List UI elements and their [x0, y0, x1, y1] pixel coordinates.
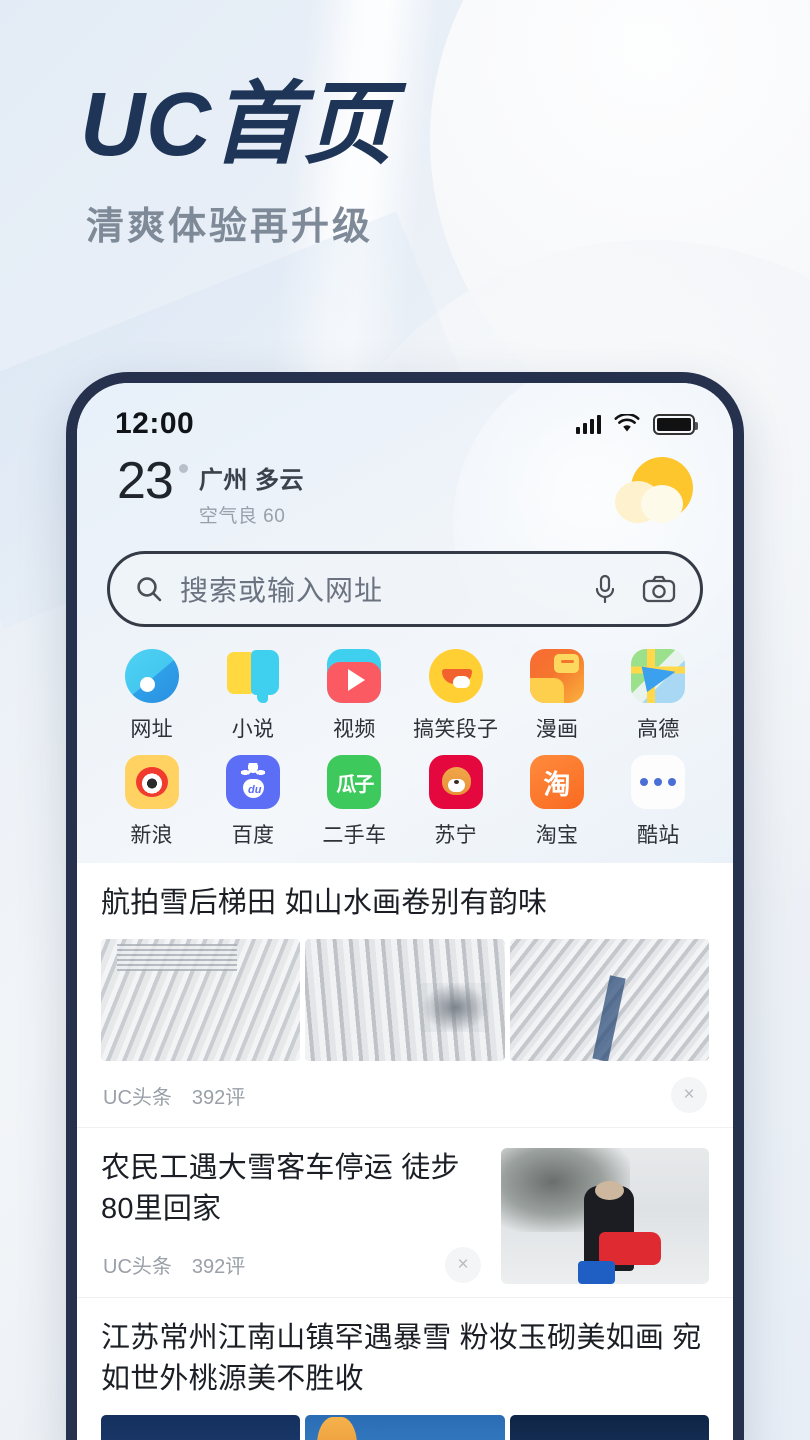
- news-item[interactable]: 江苏常州江南山镇罕遇暴雪 粉妆玉砌美如画 宛如世外桃源美不胜收: [77, 1298, 733, 1440]
- app-label: 二手车: [322, 824, 387, 847]
- wifi-icon: [614, 414, 640, 432]
- app-shortcut-taobao[interactable]: 淘 淘宝: [506, 755, 607, 849]
- app-shortcut-usedcar[interactable]: 瓜子 二手车: [304, 755, 405, 849]
- suning-icon: [428, 755, 483, 809]
- website-icon: [124, 649, 179, 703]
- weather-left: 23 广州 多云 空气良 60: [117, 452, 304, 528]
- news-title: 江苏常州江南山镇罕遇暴雪 粉妆玉砌美如画 宛如世外桃源美不胜收: [101, 1321, 702, 1395]
- more-sites-icon: [631, 755, 686, 809]
- taobao-icon: 淘: [529, 755, 584, 809]
- app-shortcut-humor[interactable]: 搞笑段子: [405, 649, 506, 743]
- humor-icon: [428, 649, 483, 703]
- sun-behind-cloud-icon: [615, 455, 697, 529]
- app-shortcut-website[interactable]: 网址: [101, 649, 202, 743]
- news-meta: UC头条 392评 ×: [101, 1231, 483, 1297]
- promo-title: UC首页: [80, 75, 394, 175]
- weather-city-condition: 广州 多云: [199, 460, 304, 495]
- promo-text-block: UC首页 清爽体验再升级: [80, 78, 394, 250]
- search-actions: [592, 573, 676, 605]
- status-bar: 12:00: [77, 383, 733, 449]
- phone-mockup: 12:00 23 广州 多云 空气良 60 搜索或输入网址 网址 小说 视频 搞…: [66, 372, 744, 1440]
- status-icon-group: [575, 413, 698, 435]
- signal-bars-icon: [575, 414, 601, 434]
- news-comment-count: 392评: [191, 1256, 246, 1279]
- weather-info: 广州 多云 空气良 60: [199, 457, 304, 528]
- video-icon: [327, 649, 382, 703]
- search-icon: [137, 577, 162, 602]
- app-shortcut-video[interactable]: 视频: [304, 649, 405, 743]
- novel-icon: [226, 649, 280, 703]
- amap-icon: [631, 649, 686, 703]
- news-source: UC头条: [103, 1086, 172, 1109]
- app-shortcut-more-sites[interactable]: 酷站: [608, 755, 709, 849]
- app-label: 视频: [333, 718, 376, 741]
- microphone-icon[interactable]: [592, 573, 618, 605]
- status-time: 12:00: [115, 407, 195, 440]
- app-shortcut-amap[interactable]: 高德: [608, 649, 709, 743]
- person-walking-in-snow-image: [501, 1148, 709, 1285]
- news-title: 农民工遇大雪客车停运 徒步80里回家: [101, 1152, 460, 1226]
- snowy-terraced-fields-image-3: [509, 939, 709, 1062]
- usedcar-icon: 瓜子: [327, 755, 382, 809]
- baidu-icon: du: [225, 755, 280, 809]
- snowy-terraced-fields-image-2: [305, 939, 505, 1062]
- app-shortcut-novel[interactable]: 小说: [202, 649, 303, 743]
- news-thumbnail-row: [101, 939, 709, 1062]
- app-label: 小说: [231, 718, 275, 741]
- news-item[interactable]: 航拍雪后梯田 如山水画卷别有韵味 UC头条 392评 ×: [77, 863, 733, 1129]
- app-label: 网址: [130, 718, 173, 741]
- usedcar-glyph: 瓜子: [336, 773, 374, 796]
- screen-header-area: 12:00 23 广州 多云 空气良 60 搜索或输入网址 网址 小说 视频 搞…: [77, 383, 733, 863]
- app-shortcut-baidu[interactable]: du 百度: [202, 755, 303, 849]
- news-title: 航拍雪后梯田 如山水画卷别有韵味: [101, 887, 548, 919]
- taobao-glyph: 淘: [543, 769, 571, 800]
- app-shortcut-grid: 网址 小说 视频 搞笑段子 漫画 高德 新浪 du 百度 瓜子 二手车 苏宁 淘…: [77, 627, 733, 863]
- snowy-village-night-image: [101, 1414, 301, 1440]
- app-label: 百度: [231, 824, 275, 847]
- app-shortcut-sina[interactable]: 新浪: [101, 755, 202, 849]
- app-label: 淘宝: [535, 824, 579, 847]
- weather-temperature: 23: [117, 452, 174, 510]
- news-thumbnail-row: [101, 1414, 709, 1440]
- search-input[interactable]: 搜索或输入网址: [180, 569, 592, 609]
- phone-screen: 12:00 23 广州 多云 空气良 60 搜索或输入网址 网址 小说 视频 搞…: [77, 383, 733, 1440]
- news-item[interactable]: 农民工遇大雪客车停运 徒步80里回家 UC头条 392评 ×: [77, 1128, 733, 1298]
- app-label: 酷站: [637, 824, 680, 847]
- lantern-temple-night-image: [305, 1414, 505, 1440]
- app-label: 漫画: [535, 718, 579, 741]
- app-label: 搞笑段子: [413, 718, 499, 741]
- weather-widget[interactable]: 23 广州 多云 空气良 60: [77, 449, 733, 529]
- app-label: 苏宁: [434, 824, 477, 847]
- app-label: 新浪: [130, 824, 173, 847]
- close-icon[interactable]: ×: [445, 1246, 481, 1283]
- weather-air-quality: 空气良 60: [198, 506, 286, 527]
- news-source: UC头条: [103, 1256, 172, 1279]
- promo-subtitle: 清爽体验再升级: [86, 205, 374, 248]
- sina-icon: [124, 755, 179, 809]
- weather-condition: 多云: [255, 467, 305, 494]
- app-shortcut-suning[interactable]: 苏宁: [405, 755, 506, 849]
- camera-icon[interactable]: [642, 574, 676, 604]
- degree-symbol-icon: [178, 464, 188, 473]
- baidu-glyph: du: [247, 784, 262, 796]
- search-bar[interactable]: 搜索或输入网址: [107, 551, 703, 627]
- pagoda-night-image: [509, 1414, 709, 1440]
- comic-icon: [529, 649, 584, 703]
- news-side-layout: 农民工遇大雪客车停运 徒步80里回家 UC头条 392评 ×: [101, 1148, 709, 1296]
- snowy-terraced-fields-image-1: [101, 939, 301, 1062]
- news-text-column: 农民工遇大雪客车停运 徒步80里回家 UC头条 392评 ×: [101, 1148, 483, 1296]
- close-icon[interactable]: ×: [671, 1077, 707, 1114]
- news-comment-count: 392评: [191, 1086, 246, 1109]
- weather-city: 广州: [198, 467, 248, 494]
- cloud-shape-right: [641, 485, 683, 523]
- app-shortcut-comic[interactable]: 漫画: [506, 649, 607, 743]
- news-feed: 航拍雪后梯田 如山水画卷别有韵味 UC头条 392评 × 农民工遇大雪客车停运 …: [77, 863, 733, 1440]
- battery-icon: [653, 413, 698, 435]
- app-label: 高德: [637, 718, 680, 741]
- news-meta: UC头条 392评 ×: [101, 1061, 709, 1127]
